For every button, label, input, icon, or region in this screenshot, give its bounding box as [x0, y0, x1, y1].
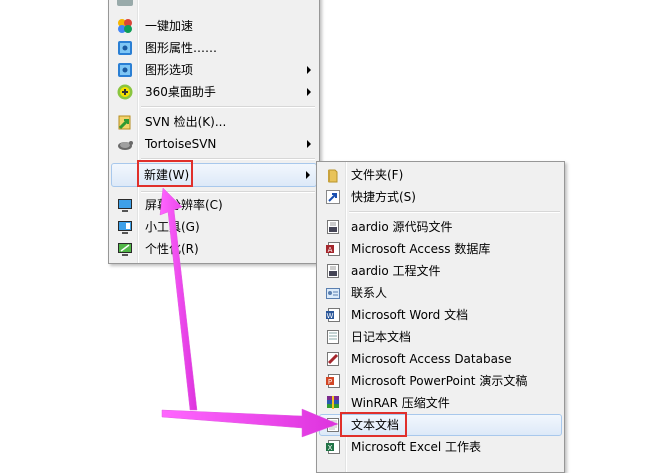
arrow-to-text-doc — [161, 408, 339, 438]
annotation-arrows — [159, 187, 339, 438]
arrow-to-new — [159, 187, 198, 411]
